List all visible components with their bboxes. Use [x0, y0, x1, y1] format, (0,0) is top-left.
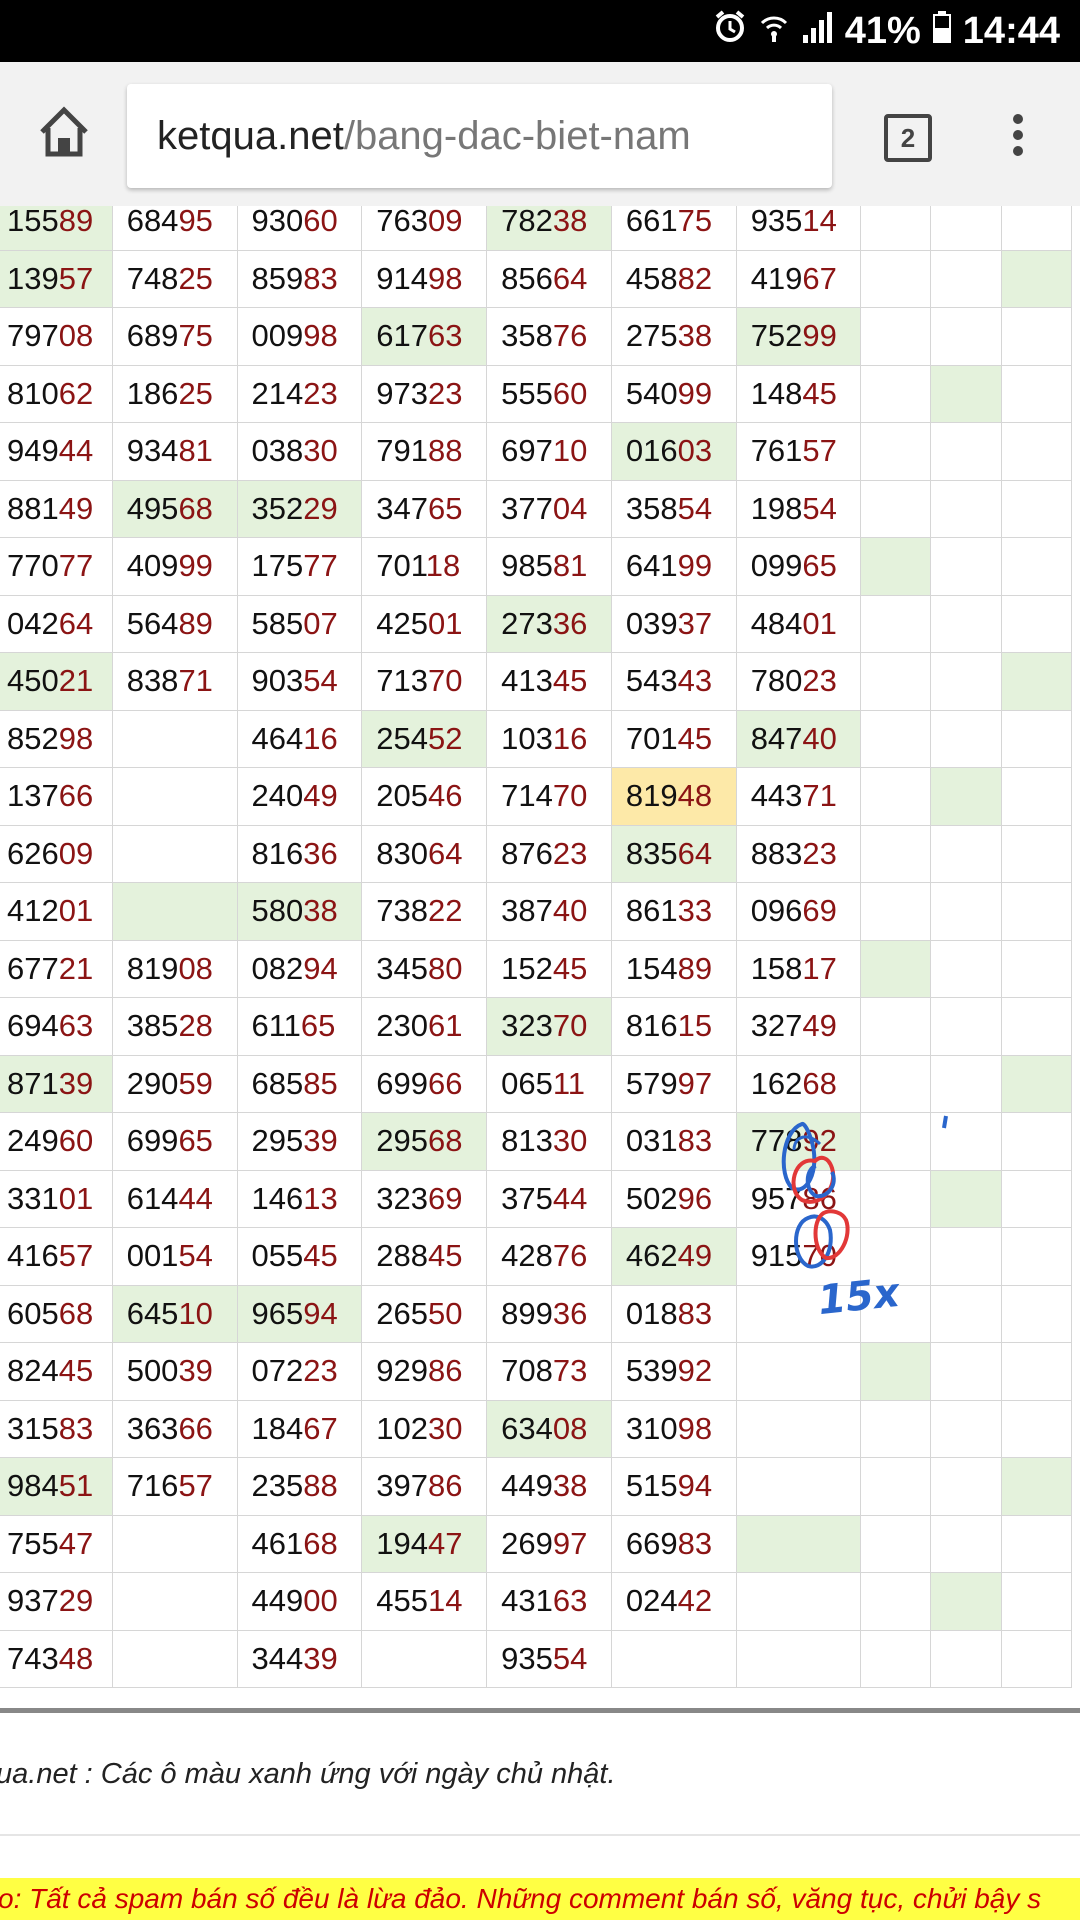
- table-bottom-border: [0, 1708, 1080, 1713]
- menu-dot-icon: [1013, 130, 1023, 140]
- legend-note: ua.net : Các ô màu xanh ứng với ngày chủ…: [0, 1758, 616, 1790]
- results-table-container[interactable]: 15589 68495 93060 76309 78238 66175 93514 13957…: [0, 206, 1080, 1710]
- address-bar[interactable]: ketqua.net/bang-dac-biet-nam: [127, 84, 832, 188]
- alarm-icon: [713, 9, 747, 53]
- status-bar: 41% 14:44: [0, 0, 1080, 62]
- clock-time: 14:44: [962, 9, 1060, 52]
- divider: [0, 1834, 1080, 1836]
- menu-dot-icon: [1013, 114, 1023, 124]
- spam-warning-text: o: Tất cả spam bán số đều là lừa đảo. Nh…: [0, 1883, 1042, 1914]
- url-path: /bang-dac-biet-nam: [343, 114, 691, 158]
- annotation-text: 15x: [815, 1269, 902, 1325]
- home-icon: [40, 106, 88, 157]
- handwritten-annotation: [781, 1115, 948, 1269]
- wifi-icon: [759, 9, 789, 53]
- url-domain: ketqua.net: [157, 114, 344, 158]
- spam-warning-banner: o: Tất cả spam bán số đều là lừa đảo. Nh…: [0, 1878, 1080, 1920]
- overflow-menu-button[interactable]: [1008, 114, 1028, 162]
- battery-icon: [932, 10, 951, 53]
- url-text: ketqua.net/bang-dac-biet-nam: [157, 84, 691, 188]
- status-bar-right: 41% 14:44: [713, 0, 1060, 62]
- menu-dot-icon: [1013, 146, 1023, 156]
- tab-switcher-button[interactable]: 2: [884, 114, 932, 162]
- browser-toolbar: ketqua.net/bang-dac-biet-nam 2: [0, 62, 1080, 206]
- battery-percent: 41%: [844, 9, 921, 52]
- home-button[interactable]: [36, 104, 92, 160]
- signal-icon: [801, 10, 833, 53]
